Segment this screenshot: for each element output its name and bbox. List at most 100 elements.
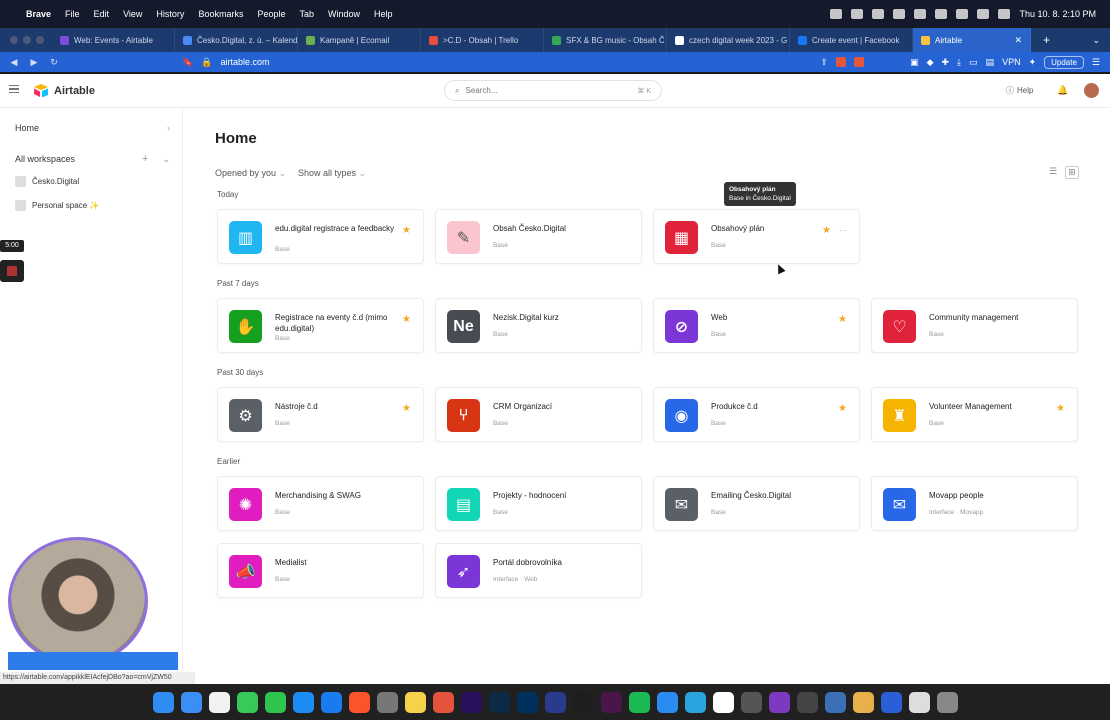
puzzle-icon[interactable]: ✚ [942, 57, 950, 68]
star-icon[interactable]: ★ [402, 314, 411, 325]
base-card[interactable]: ✎ Obsah Česko.Digital Base [435, 209, 642, 264]
sidebar-item-workspace[interactable]: Česko.Digital [15, 176, 79, 187]
notion-icon[interactable] [712, 691, 734, 713]
menu-history[interactable]: History [156, 9, 184, 19]
menu-window[interactable]: Window [328, 9, 360, 19]
notes-icon[interactable] [404, 691, 426, 713]
reload-button[interactable]: ↻ [44, 57, 64, 68]
spotify-icon[interactable] [628, 691, 650, 713]
wifi-icon[interactable] [977, 8, 990, 19]
base-card[interactable]: ✺ Merchandising & SWAG Base [217, 476, 424, 531]
bird-icon[interactable]: ✦ [1029, 57, 1037, 68]
battery-icon[interactable] [998, 8, 1011, 19]
zoom-window-button[interactable] [36, 36, 44, 44]
premiere-icon[interactable] [460, 691, 482, 713]
browser-tab[interactable]: czech digital week 2023 - G [667, 28, 790, 52]
brave-icon[interactable] [348, 691, 370, 713]
mail-icon[interactable] [180, 691, 202, 713]
base-card[interactable]: ✉ Movapp people Interface · Movapp [871, 476, 1078, 531]
base-card[interactable]: ♡ Community management Base [871, 298, 1078, 353]
audition-icon[interactable] [516, 691, 538, 713]
telegram-icon[interactable] [684, 691, 706, 713]
menu-people[interactable]: People [257, 9, 285, 19]
safari-icon[interactable] [292, 691, 314, 713]
calendar-icon[interactable] [208, 691, 230, 713]
tasks-icon[interactable] [656, 691, 678, 713]
back-button[interactable]: ◀ [4, 57, 24, 68]
lightroom-icon[interactable] [488, 691, 510, 713]
base-card[interactable]: ◉ Produkce č.d Base ★ [653, 387, 860, 442]
browser-tab[interactable]: SFX & BG music - Obsah Č [544, 28, 667, 52]
status-icon[interactable] [935, 8, 948, 19]
base-card[interactable]: ▦ Obsahový plán Base ★ ⋯ [653, 209, 860, 264]
bookmark-icon[interactable]: 🔖 [182, 57, 193, 68]
browser-tab[interactable]: Web: Events - Airtable [52, 28, 175, 52]
star-icon[interactable]: ★ [402, 403, 411, 414]
menu-brave[interactable]: Brave [26, 9, 51, 19]
preview-icon[interactable] [824, 691, 846, 713]
status-icon[interactable] [851, 8, 864, 19]
sidebar-toggle-icon[interactable]: ▭ [969, 57, 978, 68]
base-card[interactable]: ✉ Emailing Česko.Digital Base [653, 476, 860, 531]
archive-icon[interactable] [852, 691, 874, 713]
sidebar-item-home[interactable]: Home › [15, 123, 170, 133]
update-button[interactable]: Update [1044, 55, 1084, 69]
grid-view-icon[interactable]: ⊞ [1065, 166, 1079, 179]
menu-edit[interactable]: Edit [94, 9, 110, 19]
status-icon[interactable] [893, 8, 906, 19]
type-filter[interactable]: Show all types ⌄ [298, 168, 366, 179]
shield-app-icon[interactable] [544, 691, 566, 713]
vpn-button[interactable]: VPN [1002, 57, 1021, 67]
messages-icon[interactable] [236, 691, 258, 713]
forward-button[interactable]: ▶ [24, 57, 44, 68]
chevron-down-icon[interactable]: ⌄ [162, 154, 170, 165]
menu-bookmarks[interactable]: Bookmarks [198, 9, 243, 19]
slack-icon[interactable] [600, 691, 622, 713]
browser-tab[interactable]: Česko.Digital, z. ú. – Kalend [175, 28, 298, 52]
base-card[interactable]: ♜ Volunteer Management Base ★ [871, 387, 1078, 442]
utility-icon[interactable] [740, 691, 762, 713]
base-card[interactable]: ⊘ Web Base ★ [653, 298, 860, 353]
wallet-icon[interactable]: ▤ [986, 57, 995, 68]
status-icon[interactable] [872, 8, 885, 19]
add-workspace-icon[interactable]: + [142, 153, 148, 165]
photos-icon[interactable] [432, 691, 454, 713]
facetime-icon[interactable] [264, 691, 286, 713]
github-icon[interactable] [768, 691, 790, 713]
downloads-icon[interactable] [880, 691, 902, 713]
menubar-clock[interactable]: Thu 10. 8. 2:10 PM [1019, 9, 1096, 19]
documents-icon[interactable] [908, 691, 930, 713]
url-field[interactable]: airtable.com [220, 57, 269, 67]
browser-tab[interactable]: Airtable ✕ [913, 28, 1031, 52]
base-card[interactable]: 📣 Medialist Base [217, 543, 424, 598]
base-card[interactable]: ⚙ Nástroje č.d Base ★ [217, 387, 424, 442]
share-icon[interactable]: ⇪ [821, 57, 829, 68]
base-card[interactable]: ▤ Projekty - hodnocení Base [435, 476, 642, 531]
base-card[interactable]: ➶ Portál dobrovolníka Interface · Web [435, 543, 642, 598]
opened-by-filter[interactable]: Opened by you ⌄ [215, 168, 286, 179]
app-store-icon[interactable] [320, 691, 342, 713]
base-card[interactable]: Ne Nezisk.Digital kurz Base [435, 298, 642, 353]
list-view-icon[interactable]: ☰ [1049, 166, 1057, 179]
trash-icon[interactable] [936, 691, 958, 713]
close-tab-icon[interactable]: ✕ [1014, 35, 1022, 46]
tab-list-chevron-icon[interactable]: ⌄ [1092, 35, 1100, 46]
browser-tab[interactable]: Kampaně | Ecomail [298, 28, 421, 52]
new-tab-button[interactable]: + [1043, 33, 1050, 47]
star-icon[interactable]: ★ [822, 225, 831, 236]
finder-icon[interactable] [152, 691, 174, 713]
app-icon[interactable] [796, 691, 818, 713]
extension-icon[interactable]: ▣ [910, 57, 919, 68]
download-icon[interactable]: ⤓ [957, 57, 961, 68]
minimize-window-button[interactable] [23, 36, 31, 44]
base-card[interactable]: ▥ edu.digital registrace a feedbacky Base ★ [217, 209, 424, 264]
menu-file[interactable]: File [65, 9, 80, 19]
base-card[interactable]: ⑂ CRM Organizací Base [435, 387, 642, 442]
sidebar-item-all-workspaces[interactable]: All workspaces + ⌄ [15, 153, 170, 165]
brave-shields-icon[interactable] [836, 57, 847, 67]
status-icon[interactable] [914, 8, 927, 19]
menu-view[interactable]: View [123, 9, 142, 19]
notifications-bell-icon[interactable]: 🔔 [1057, 85, 1068, 96]
hamburger-menu-icon[interactable] [9, 85, 19, 93]
browser-tab[interactable]: Create event | Facebook [790, 28, 913, 52]
